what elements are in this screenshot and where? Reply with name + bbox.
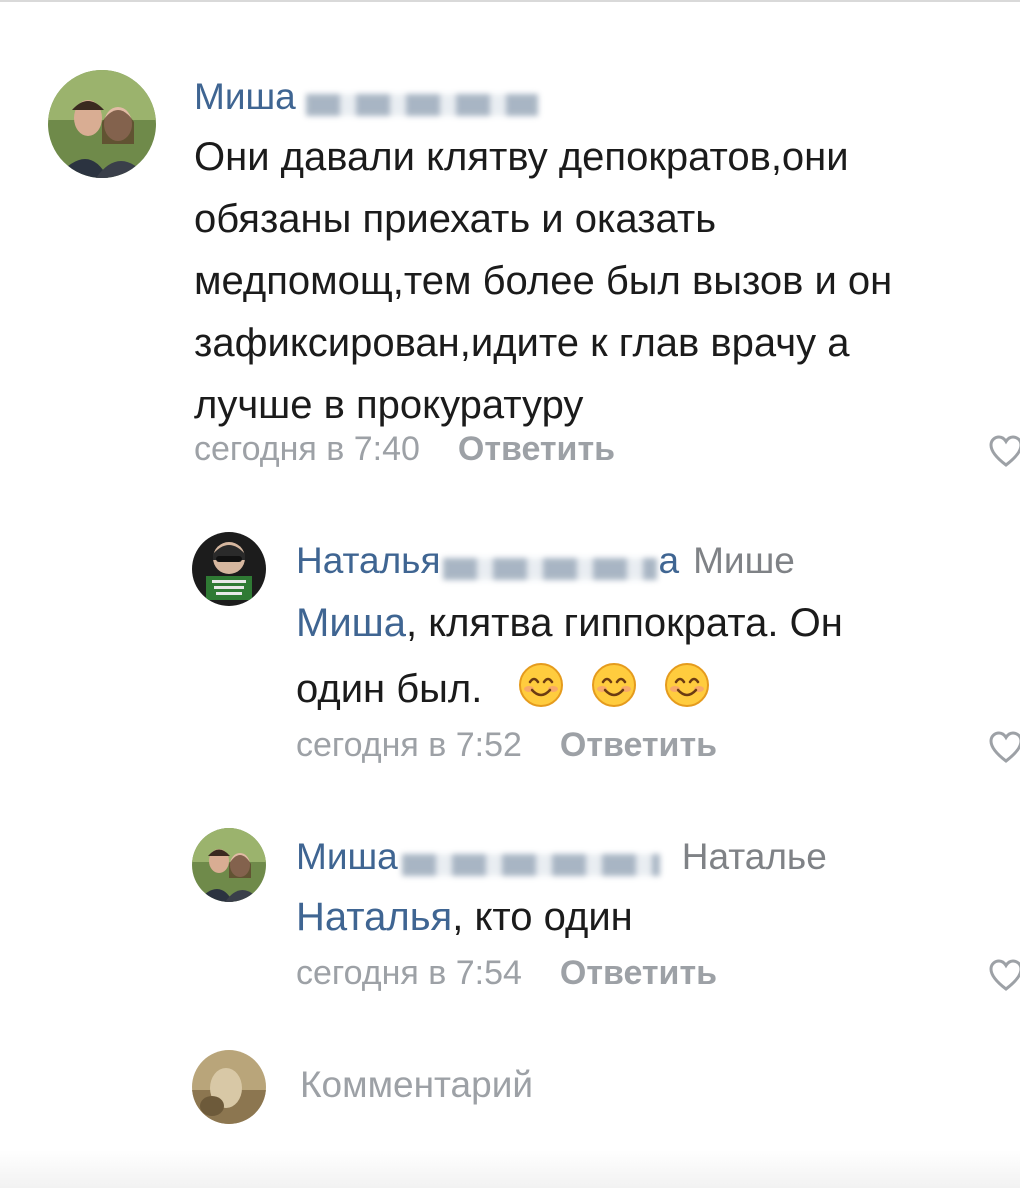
comment-text-part: , кто один [452, 895, 633, 939]
heart-outline-icon[interactable] [988, 434, 1020, 470]
comment-text-line: Миша, клятва гиппократа. Он [296, 590, 996, 656]
comment-meta: сегодня в 7:52 Ответить [296, 726, 717, 765]
top-divider [0, 0, 1020, 2]
reply-button[interactable]: Ответить [560, 954, 717, 992]
timestamp: сегодня в 7:40 [194, 430, 420, 468]
reply-button[interactable]: Ответить [458, 430, 615, 468]
comment-text: Наталья, кто один [296, 886, 996, 948]
comment-text: Миша, клятва гиппократа. Он один был. [296, 590, 996, 722]
blurred-surname [401, 853, 660, 876]
comment-meta: сегодня в 7:54 Ответить [296, 954, 717, 993]
comment-header: Наталья а Мише [296, 540, 795, 582]
comment-header: Миша [194, 76, 538, 118]
comment-input[interactable]: Комментарий [300, 1064, 533, 1106]
comment-text: Они давали клятву депократов,они обязаны… [194, 126, 1014, 436]
reply-button[interactable]: Ответить [560, 726, 717, 764]
heart-outline-icon[interactable] [988, 730, 1020, 766]
comment-text-line: один был. [296, 656, 996, 722]
smiling-face-emoji-icon [518, 663, 563, 707]
smiling-face-emoji-icon [591, 663, 636, 707]
blurred-surname [442, 557, 657, 580]
current-user-avatar [192, 1050, 266, 1124]
comment-text-line: обязаны приехать и оказать [194, 197, 717, 241]
avatar[interactable] [192, 828, 266, 902]
comment-text-part: один был. [296, 667, 483, 711]
timestamp: сегодня в 7:52 [296, 726, 522, 764]
bottom-edge [0, 1150, 1020, 1188]
comment-text-line: зафиксирован,идите к глав врачу а [194, 321, 850, 365]
avatar[interactable] [192, 532, 266, 606]
comment-text-part: , клятва гиппократа. Он [406, 601, 843, 645]
comment-text-line: Они давали клятву депократов,они [194, 135, 849, 179]
heart-outline-icon[interactable] [988, 958, 1020, 994]
author-name[interactable]: Миша [194, 76, 296, 117]
timestamp: сегодня в 7:54 [296, 954, 522, 992]
mention-link[interactable]: Наталья [296, 895, 452, 939]
comment-text-line: лучше в прокуратуру [194, 383, 584, 427]
comment-text-line: медпомощ,тем более был вызов и он [194, 259, 893, 303]
mention-link[interactable]: Миша [296, 601, 406, 645]
comment-header: Миша Наталье [296, 836, 827, 878]
author-name[interactable]: Миша [296, 836, 398, 877]
smiling-face-emoji-icon [664, 663, 709, 707]
author-name[interactable]: Наталья [296, 540, 441, 581]
avatar[interactable] [48, 70, 156, 178]
blurred-surname [305, 93, 538, 116]
comment-meta: сегодня в 7:40 Ответить [194, 430, 615, 469]
reply-to-name[interactable]: Мише [693, 540, 795, 581]
comment-text-line: Наталья, кто один [296, 886, 996, 948]
author-name-suffix[interactable]: а [659, 540, 680, 581]
reply-to-name[interactable]: Наталье [682, 836, 827, 877]
